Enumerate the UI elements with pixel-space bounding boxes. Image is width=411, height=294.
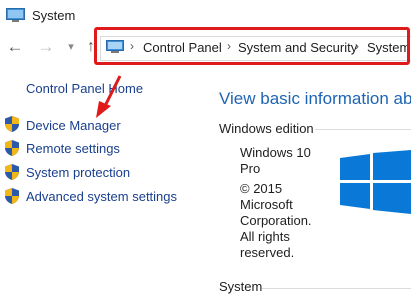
highlight-box	[94, 27, 410, 65]
uac-shield-icon	[5, 164, 19, 180]
copyright-line: reserved.	[240, 245, 295, 260]
sidebar-item-system-protection[interactable]: System protection	[26, 165, 130, 180]
copyright-line: Corporation.	[240, 213, 312, 228]
sidebar-item-remote-settings[interactable]: Remote settings	[26, 141, 120, 156]
windows-logo-icon	[340, 150, 411, 214]
copyright-line: Microsoft	[240, 197, 293, 212]
uac-shield-icon	[5, 188, 19, 204]
section-divider	[315, 129, 411, 130]
system-monitor-icon	[6, 8, 25, 22]
copyright-line: All rights	[240, 229, 290, 244]
forward-button[interactable]: →	[37, 38, 55, 56]
sidebar-item-device-manager[interactable]: Device Manager	[26, 118, 121, 133]
copyright-line: © 2015	[240, 181, 283, 196]
page-heading: View basic information abou	[219, 89, 411, 108]
uac-shield-icon	[5, 140, 19, 156]
section-divider	[262, 288, 411, 289]
windows-edition-label: Windows edition	[219, 121, 314, 136]
sidebar-item-advanced-system-settings[interactable]: Advanced system settings	[26, 189, 177, 204]
edition-name: Windows 10	[240, 145, 311, 160]
edition-variant: Pro	[240, 161, 261, 176]
back-button[interactable]: ←	[6, 38, 24, 56]
recent-locations-button[interactable]: ▾	[62, 38, 80, 56]
control-panel-home-link[interactable]: Control Panel Home	[26, 81, 143, 96]
window-title: System	[32, 8, 76, 23]
system-section-label: System	[219, 279, 263, 294]
uac-shield-icon	[5, 116, 19, 132]
